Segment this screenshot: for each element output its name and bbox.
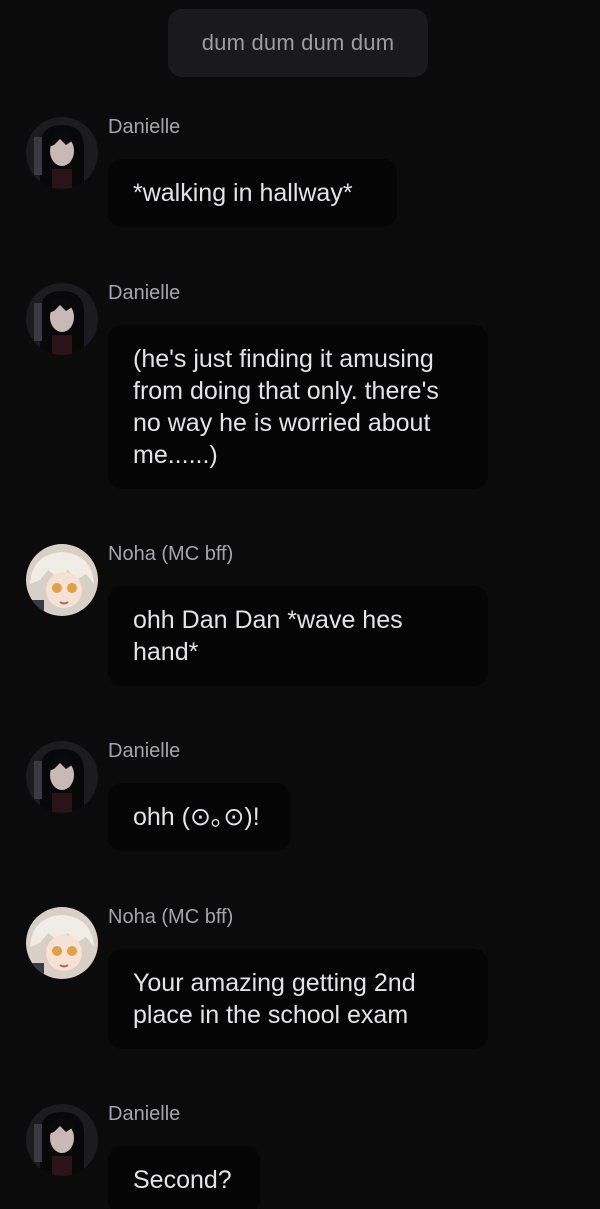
sender-name: Danielle [108,740,181,762]
sender-name: Noha (MC bff) [108,543,234,565]
message-item: Noha (MC bff) ohh Dan Dan *wave hes hand… [0,542,600,687]
message-bubble: ohh Dan Dan *wave hes hand* [108,586,488,686]
message-bubble: (he's just finding it amusing from doing… [108,325,488,489]
message-bubble: *walking in hallway* [108,159,397,227]
message-item: Danielle ohh (⊙｡⊙)! [0,739,600,854]
narration-bubble: dum dum dum dum [168,9,428,77]
sender-name: Noha (MC bff) [108,906,234,928]
danielle-avatar[interactable] [26,117,98,189]
chat-screen: dum dum dum dum Danielle *walking in hal… [0,0,600,1209]
message-item: Danielle (he's just finding it amusing f… [0,281,600,491]
noha-avatar[interactable] [26,544,98,616]
message-item: Danielle *walking in hallway* [0,115,600,230]
sender-name: Danielle [108,116,181,138]
noha-avatar[interactable] [26,907,98,979]
message-bubble: Second? [108,1146,260,1209]
message-item: Noha (MC bff) Your amazing getting 2nd p… [0,905,600,1050]
danielle-avatar[interactable] [26,283,98,355]
message-item: Danielle Second? [0,1102,600,1209]
danielle-avatar[interactable] [26,741,98,813]
danielle-avatar[interactable] [26,1104,98,1176]
sender-name: Danielle [108,282,181,304]
message-bubble: ohh (⊙｡⊙)! [108,783,290,851]
message-bubble: Your amazing getting 2nd place in the sc… [108,949,488,1049]
sender-name: Danielle [108,1103,181,1125]
